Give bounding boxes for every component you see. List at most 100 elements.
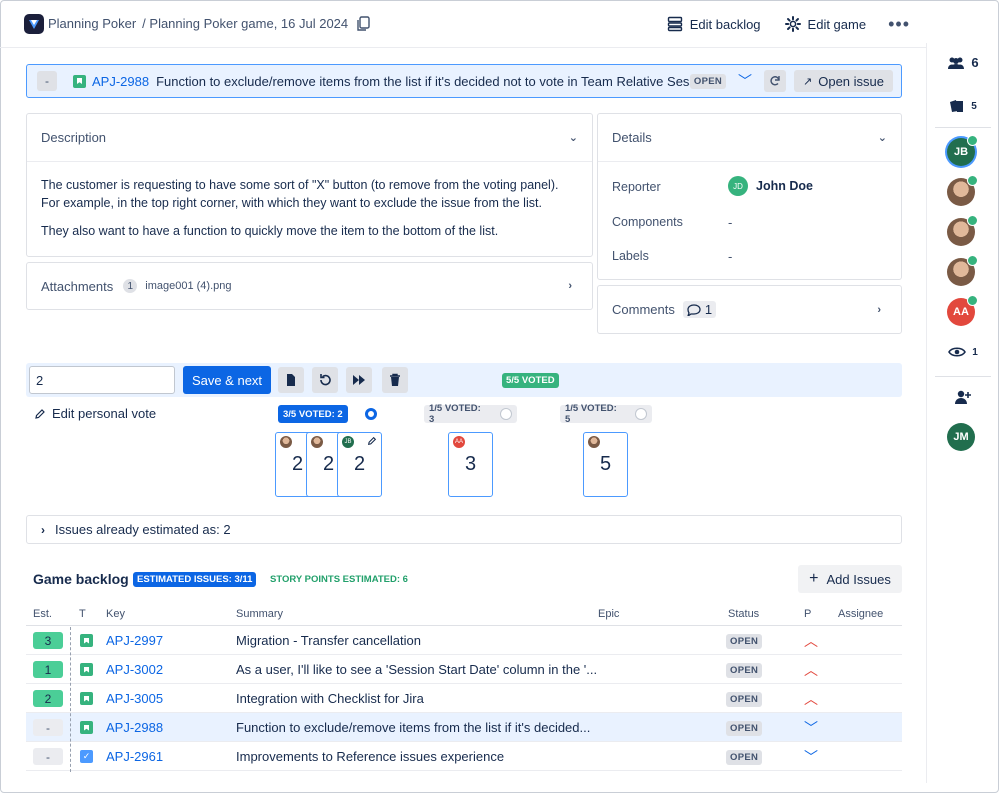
story-icon [80,692,93,705]
open-issue-label: Open issue [818,73,884,89]
issue-key-link[interactable]: APJ-3005 [106,691,163,706]
gear-icon [784,16,801,32]
components-label: Components [612,215,683,229]
attachment-file[interactable]: image001 (4).png [145,280,231,292]
save-next-button[interactable]: Save & next [183,366,271,394]
copy-icon[interactable] [356,15,370,32]
add-user-icon [955,390,971,404]
attachments-panel[interactable]: Attachments 1 image001 (4).png › [26,262,593,310]
open-issue-button[interactable]: ↗ Open issue [794,70,893,92]
breadcrumb-app[interactable]: Planning Poker [48,16,136,31]
details-header[interactable]: Details ⌄ [598,114,901,162]
column-header-assignee[interactable]: Assignee [838,608,883,620]
refresh-button[interactable] [764,70,787,92]
vote-group-5[interactable]: 1/5 VOTED: 5 [560,403,652,425]
voter-avatar [311,436,323,448]
document-button[interactable] [278,367,304,393]
reset-button[interactable] [312,367,338,393]
vote-card-value: 5 [599,453,612,475]
vote-group-radio[interactable] [635,408,647,420]
issues-already-estimated-toggle[interactable]: › Issues already estimated as: 2 [26,515,902,544]
refresh-icon [770,76,780,86]
table-row[interactable]: 3 APJ-2997 Migration - Transfer cancella… [26,626,902,655]
avatar[interactable] [947,175,978,206]
edit-game-button[interactable]: Edit game [784,16,866,32]
reporter-value[interactable]: JD John Doe [728,176,813,196]
avatar[interactable] [947,215,978,246]
issue-key-link[interactable]: APJ-2997 [106,633,163,648]
details-title: Details [612,130,652,145]
edit-personal-vote-link[interactable]: Edit personal vote [34,406,156,421]
chevron-down-icon: ⌄ [877,132,887,144]
vote-group-label: 1/5 VOTED: 3 [429,403,481,425]
vote-card-value: 2 [353,453,366,475]
cards-icon [950,100,964,112]
column-header-priority[interactable]: P [804,608,811,620]
column-header-summary[interactable]: Summary [236,608,283,620]
priority-low-icon: ﹀ [804,749,818,765]
chevron-down-icon: ⌄ [568,132,578,144]
labels-value: - [728,249,733,264]
issue-key-link[interactable]: APJ-2988 [92,74,149,89]
vote-group-3[interactable]: 1/5 VOTED: 3 [424,403,517,425]
table-row[interactable]: - APJ-2988 Function to exclude/remove it… [26,713,902,742]
issue-key-link[interactable]: APJ-2961 [106,749,163,764]
issue-summary: Improvements to Reference issues experie… [236,749,505,764]
watchers-button[interactable]: 1 [927,346,999,358]
avatar-initials: AA [953,306,969,318]
vote-group-2[interactable]: 3/5 VOTED: 2 [278,405,348,423]
chevron-right-icon: › [41,522,45,537]
column-header-key[interactable]: Key [106,608,125,620]
estimated-issues-badge: ESTIMATED ISSUES: 3/11 [133,572,257,587]
avatar[interactable]: AA [947,295,978,326]
edit-personal-vote-label: Edit personal vote [52,406,157,421]
table-row[interactable]: - APJ-2961 Improvements to Reference iss… [26,742,902,771]
more-actions-icon[interactable]: ••• [888,14,910,35]
attachments-title: Attachments [41,278,114,294]
participants-count: 6 [971,55,979,70]
story-points-badge: STORY POINTS ESTIMATED: 6 [266,572,412,587]
vote-input[interactable] [29,366,175,394]
vote-group-radio[interactable] [500,408,512,420]
add-participant-button[interactable] [927,389,999,405]
priority-low-icon: ﹀ [804,720,818,736]
add-issues-button[interactable]: + Add Issues [798,565,902,593]
issue-key-link[interactable]: APJ-3002 [106,662,163,677]
skip-button[interactable] [346,367,372,393]
column-header-status[interactable]: Status [728,608,759,620]
issue-summary: As a user, I'll like to see a 'Session S… [236,662,598,677]
vote-group-label: 1/5 VOTED: 5 [565,403,617,425]
description-header[interactable]: Description ⌄ [27,114,592,162]
rail-divider [935,127,991,128]
collapse-button[interactable]: - [37,71,57,91]
cards-button[interactable]: 5 [927,99,999,113]
game-backlog-title: Game backlog [33,571,129,587]
pencil-icon[interactable] [367,436,377,446]
table-row[interactable]: 1 APJ-3002 As a user, I'll like to see a… [26,655,902,684]
priority-high-icon: ︿ [804,691,818,707]
watchers-count: 1 [972,346,978,358]
pencil-icon [35,408,45,419]
column-header-type[interactable]: T [79,608,86,620]
table-row[interactable]: 2 APJ-3005 Integration with Checklist fo… [26,684,902,713]
issues-already-estimated-label: Issues already estimated as: 2 [55,522,231,537]
edit-backlog-button[interactable]: Edit backlog [667,16,761,32]
description-title: Description [41,130,107,145]
vote-group-radio[interactable] [365,408,377,420]
comments-panel[interactable]: Comments 1 › [597,285,902,334]
avatar[interactable] [947,255,978,286]
top-bar: Planning Poker / Planning Poker game, 16… [0,0,926,48]
delete-button[interactable] [382,367,408,393]
task-icon [80,750,93,763]
eye-icon [948,347,967,357]
participants-button[interactable]: 6 [927,55,999,70]
issue-key-link[interactable]: APJ-2988 [106,720,163,735]
reporter-name: John Doe [756,179,813,193]
reporter-label: Reporter [612,180,661,194]
avatar-initials: JM [953,431,969,443]
column-header-est[interactable]: Est. [33,608,52,620]
avatar[interactable]: JB [947,135,978,166]
reporter-avatar: JD [728,176,748,196]
column-header-epic[interactable]: Epic [598,608,619,620]
avatar[interactable]: JM [947,423,975,451]
